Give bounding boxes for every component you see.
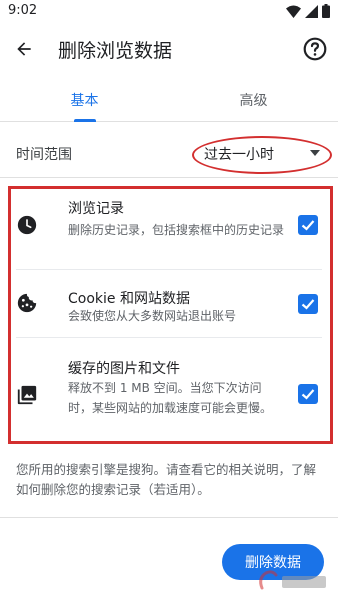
help-circle-icon bbox=[303, 37, 327, 61]
status-bar: 9:02 bbox=[0, 0, 338, 24]
tab-advanced[interactable]: 高级 bbox=[169, 78, 338, 122]
tab-basic-label: 基本 bbox=[70, 93, 99, 109]
battery-icon bbox=[322, 4, 330, 18]
annotation-ellipse bbox=[192, 136, 332, 174]
tab-bar: 基本 高级 bbox=[0, 78, 338, 122]
status-time: 9:02 bbox=[8, 3, 38, 18]
search-engine-note: 您所用的搜索引擎是搜狗。请查看它的相关说明，了解如何删除您的搜索记录（若适用）。 bbox=[16, 462, 317, 497]
signal-icon bbox=[305, 4, 318, 18]
tab-selected-indicator bbox=[74, 119, 96, 122]
annotation-highlight-box bbox=[8, 186, 333, 444]
time-range-label: 时间范围 bbox=[16, 147, 72, 163]
arrow-back-icon bbox=[17, 42, 31, 56]
wifi-icon bbox=[286, 5, 301, 18]
tab-basic[interactable]: 基本 bbox=[0, 78, 169, 122]
tab-advanced-label: 高级 bbox=[239, 93, 268, 109]
footer-divider bbox=[0, 517, 338, 518]
watermark-logo bbox=[259, 570, 326, 590]
app-bar: 删除浏览数据 bbox=[0, 24, 338, 74]
status-icons bbox=[286, 4, 330, 18]
help-button[interactable] bbox=[302, 36, 328, 62]
page-title: 删除浏览数据 bbox=[58, 40, 173, 62]
back-button[interactable] bbox=[10, 35, 38, 63]
